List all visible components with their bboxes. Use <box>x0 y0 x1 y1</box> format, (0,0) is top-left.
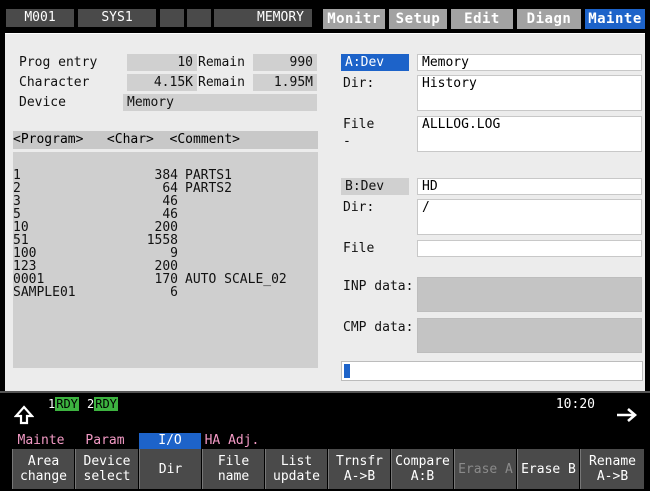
a-file-marker: - <box>343 134 351 149</box>
list-item[interactable]: 51 1558 <box>13 221 318 247</box>
part-system-1-status: 1RDY <box>48 397 79 411</box>
transfer-progress-fill <box>344 364 350 378</box>
tab-monitor[interactable]: Monitr <box>323 9 385 29</box>
status-cell-2 <box>187 9 211 27</box>
b-device-value[interactable]: HD <box>417 178 642 195</box>
a-device-label[interactable]: A:Dev <box>341 54 409 71</box>
character-label: Character <box>19 75 90 90</box>
device-select-button[interactable]: Device select <box>75 449 138 489</box>
status-cell-1 <box>160 9 184 27</box>
compare-a-b-button[interactable]: Compare A:B <box>391 449 453 489</box>
a-dir-label: Dir: <box>343 76 375 91</box>
erase-b-button[interactable]: Erase B <box>517 449 579 489</box>
a-file-value[interactable]: ALLLOG.LOG <box>417 116 642 152</box>
transfer-progress-bar <box>341 361 643 381</box>
operation-mode: MEMORY <box>214 9 312 27</box>
program-list-header: <Program> <Char> <Comment> <box>13 131 318 149</box>
device-value: Memory <box>123 94 317 111</box>
inp-data-label: INP data: <box>343 279 414 294</box>
program-number: M001 <box>6 9 74 27</box>
message-bar: 1RDY 2RDY 10:20 <box>0 391 650 427</box>
menu-tab-param[interactable]: Param <box>74 433 136 449</box>
area-change-button[interactable]: Area change <box>12 449 74 489</box>
device-label: Device <box>19 95 66 110</box>
tab-edit[interactable]: Edit <box>451 9 513 29</box>
part-system-2-status: 2RDY <box>87 397 118 411</box>
a-dir-value[interactable]: History <box>417 75 642 111</box>
clock: 10:20 <box>555 397 595 412</box>
list-item[interactable]: 10 200 <box>13 208 318 234</box>
b-dir-label: Dir: <box>343 200 375 215</box>
system-name: SYS1 <box>78 9 156 27</box>
list-item[interactable]: SAMPLE01 6 <box>13 273 318 299</box>
menu-next-icon[interactable] <box>616 407 638 423</box>
list-item[interactable]: 3 46 <box>13 182 318 208</box>
b-dir-value[interactable]: / <box>417 199 642 235</box>
tab-setup[interactable]: Setup <box>389 9 447 29</box>
io-panel: Prog entry 10 Remain 990 Character 4.15K… <box>5 33 645 391</box>
menu-tab-ha-adj[interactable]: HA Adj. <box>203 433 261 449</box>
list-item[interactable]: 2 64 PARTS2 <box>13 169 318 195</box>
dir-button[interactable]: Dir <box>139 449 201 489</box>
menu-up-icon[interactable] <box>14 405 34 425</box>
b-file-label: File <box>343 241 375 256</box>
file-name-button[interactable]: File name <box>202 449 264 489</box>
cmp-data-label: CMP data: <box>343 320 414 335</box>
list-item[interactable]: 1 384 PARTS1 <box>13 156 318 182</box>
list-item[interactable]: 0001 170 AUTO SCALE_02 <box>13 260 318 286</box>
prog-entry-value: 10 <box>127 54 197 71</box>
prog-remain-value: 990 <box>253 54 317 71</box>
menu-tab-io[interactable]: I/O <box>139 433 201 449</box>
a-device-value[interactable]: Memory <box>417 54 642 71</box>
tab-diagnosis[interactable]: Diagn <box>517 9 581 29</box>
list-item[interactable]: 5 46 <box>13 195 318 221</box>
tab-maintenance[interactable]: Mainte <box>585 9 645 29</box>
char-remain-value: 1.95M <box>253 74 317 91</box>
cmp-data-box <box>417 318 642 353</box>
list-item[interactable]: 100 9 <box>13 234 318 260</box>
b-device-label[interactable]: B:Dev <box>341 178 409 195</box>
list-item[interactable]: 123 200 <box>13 247 318 273</box>
inp-data-box <box>417 277 642 312</box>
softkey-menu: Mainte Param I/O HA Adj. Area change Devi… <box>0 427 650 491</box>
program-list[interactable]: 1 384 PARTS1 2 64 PARTS2 3 46 5 46 10 200 51 155… <box>13 152 318 368</box>
erase-a-button[interactable]: Erase A <box>454 449 516 489</box>
prog-entry-label: Prog entry <box>19 55 98 70</box>
character-value: 4.15K <box>127 74 197 91</box>
menu-tab-mainte[interactable]: Mainte <box>12 433 70 449</box>
char-remain-label: Remain <box>198 75 245 90</box>
rename-a-to-b-button[interactable]: Rename A->B <box>580 449 644 489</box>
list-update-button[interactable]: List update <box>265 449 327 489</box>
top-status-bar: M001 SYS1 MEMORY Monitr Setup Edit Diagn… <box>0 0 650 33</box>
b-file-value[interactable] <box>417 240 642 257</box>
prog-remain-label: Remain <box>198 55 245 70</box>
a-file-label: File <box>343 117 375 132</box>
transfer-a-to-b-button[interactable]: Trnsfr A->B <box>328 449 390 489</box>
